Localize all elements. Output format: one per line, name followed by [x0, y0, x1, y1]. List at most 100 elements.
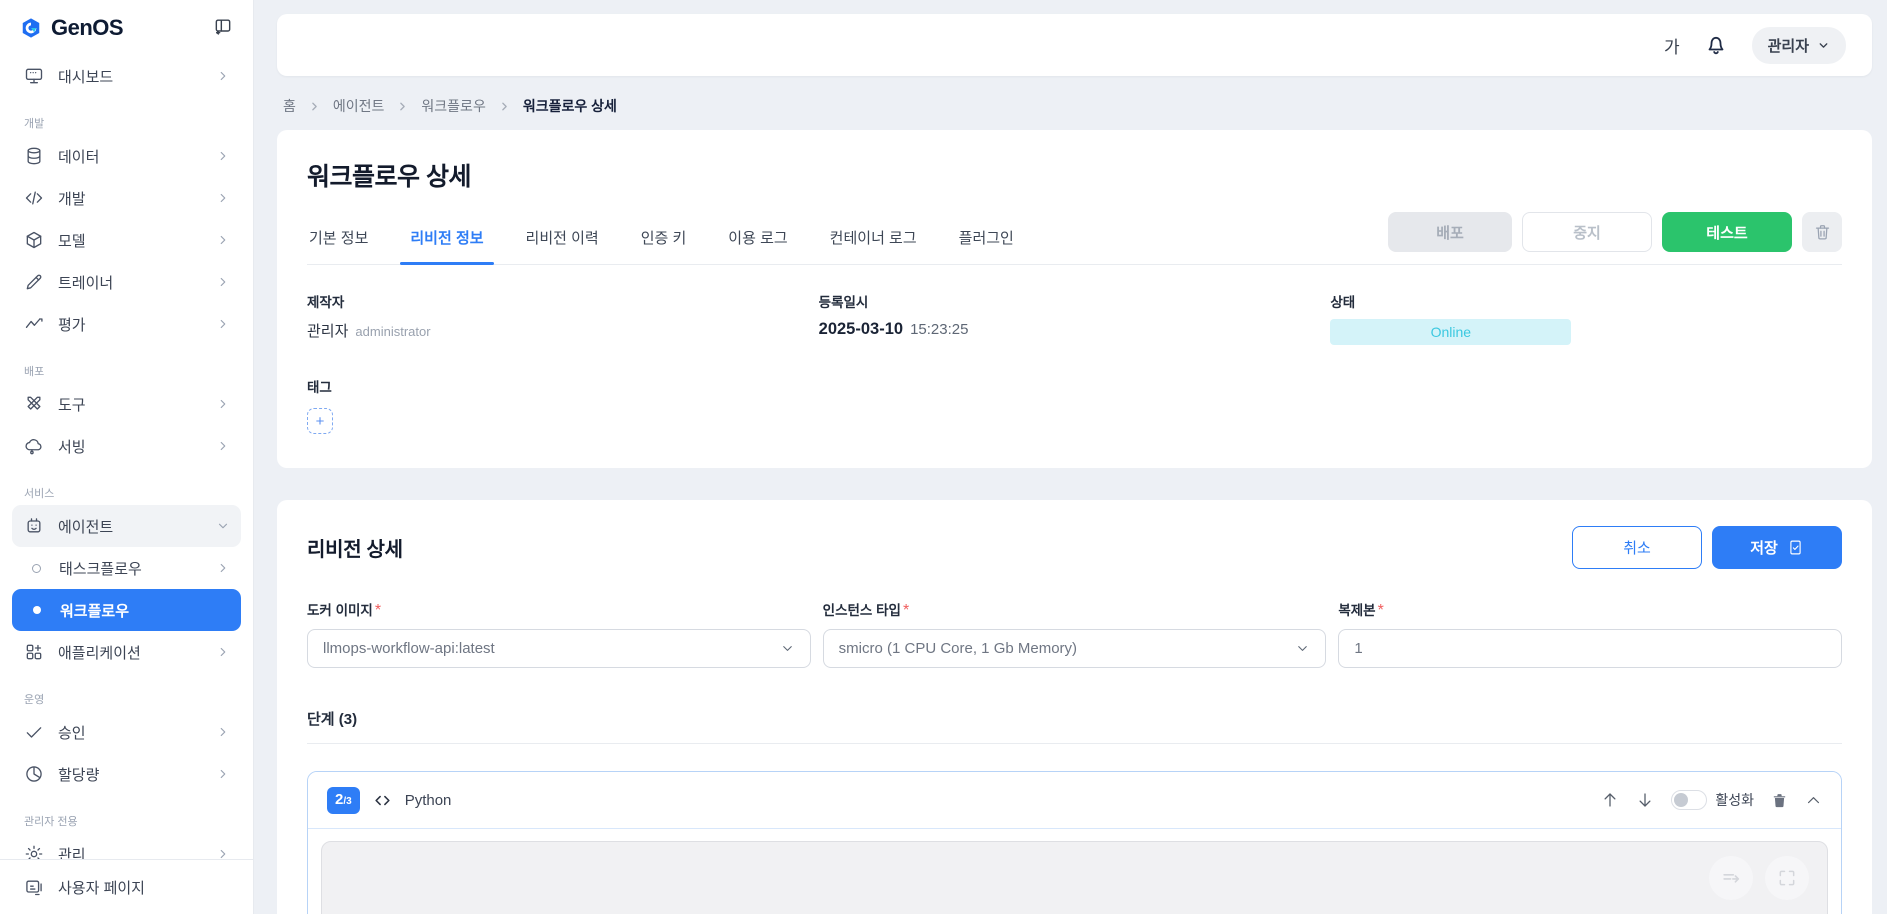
sidebar-item-label: 워크플로우	[60, 600, 129, 621]
step-index-badge: 2/3	[327, 787, 360, 814]
sidebar-item-user-page[interactable]: 사용자 페이지	[12, 868, 241, 906]
chevron-down-icon	[780, 641, 795, 656]
chevron-right-icon	[216, 439, 230, 453]
delete-step-button[interactable]	[1771, 792, 1788, 809]
genos-logo-icon	[20, 15, 42, 41]
sidebar-item-application[interactable]: 애플리케이션	[12, 631, 241, 673]
sidebar-item-label: 태스크플로우	[59, 558, 142, 579]
tab-auth-key[interactable]: 인증 키	[639, 213, 689, 264]
save-button[interactable]: 저장	[1712, 526, 1842, 569]
app-grid-plus-icon	[23, 642, 45, 662]
sidebar-item-dashboard[interactable]: 대시보드	[12, 55, 241, 97]
sidebar-item-label: 트레이너	[58, 272, 113, 293]
move-step-up-button[interactable]	[1601, 791, 1619, 809]
collapse-step-button[interactable]	[1805, 792, 1822, 809]
step-controls: 활성화	[1601, 790, 1822, 810]
revision-form: 도커 이미지* llmops-workflow-api:latest 인스턴스 …	[307, 599, 1842, 668]
sidebar-item-approval[interactable]: 승인	[12, 711, 241, 753]
sidebar-item-label: 모델	[58, 230, 86, 251]
sidebar-section-service: 서비스	[24, 485, 229, 501]
sidebar-section-operation: 운영	[24, 691, 229, 707]
chevron-right-icon	[216, 233, 230, 247]
sidebar-item-model[interactable]: 모델	[12, 219, 241, 261]
stop-button[interactable]: 중지	[1522, 212, 1652, 252]
user-page-icon	[23, 877, 45, 897]
required-mark: *	[1378, 602, 1384, 619]
add-tag-button[interactable]: +	[307, 408, 333, 434]
sidebar-item-label: 서빙	[58, 436, 86, 457]
main-area: 가 관리자 홈 에이전트 워크플로우 워크플로우 상세 워크플로우 상세 기본 …	[254, 0, 1887, 914]
sidebar-item-workflow[interactable]: 워크플로우	[12, 589, 241, 631]
workflow-detail-card: 워크플로우 상세 기본 정보 리비전 정보 리비전 이력 인증 키 이용 로그 …	[277, 130, 1872, 468]
steps-heading: 단계 (3)	[307, 708, 1842, 729]
created-time: 15:23:25	[910, 321, 968, 338]
format-code-button[interactable]	[1709, 856, 1753, 900]
sidebar-item-develop[interactable]: 개발	[12, 177, 241, 219]
chevron-right-icon	[216, 767, 230, 781]
sidebar-item-tools[interactable]: 도구	[12, 383, 241, 425]
deploy-button[interactable]: 배포	[1388, 212, 1512, 252]
tools-icon	[23, 394, 45, 414]
cancel-button[interactable]: 취소	[1572, 526, 1702, 569]
sidebar-item-trainer[interactable]: 트레이너	[12, 261, 241, 303]
chart-line-icon	[23, 314, 45, 334]
step-card-python: 2/3 Python 활성화	[307, 771, 1842, 914]
step-total: /3	[343, 796, 351, 807]
move-step-down-button[interactable]	[1636, 791, 1654, 809]
tab-plugin[interactable]: 플러그인	[957, 213, 1016, 264]
code-editor[interactable]	[321, 841, 1828, 914]
chevron-right-icon	[216, 397, 230, 411]
chevron-right-icon	[216, 69, 230, 83]
tab-revision-info[interactable]: 리비전 정보	[408, 213, 485, 264]
sidebar-item-quota[interactable]: 할당량	[12, 753, 241, 795]
collapse-sidebar-icon	[213, 16, 233, 36]
collapse-sidebar-button[interactable]	[211, 14, 235, 41]
delete-workflow-button[interactable]	[1802, 212, 1842, 252]
save-button-label: 저장	[1750, 537, 1778, 558]
sidebar-item-serving[interactable]: 서빙	[12, 425, 241, 467]
notifications-button[interactable]	[1704, 33, 1728, 57]
user-menu-button[interactable]: 관리자	[1752, 27, 1846, 64]
sidebar: GenOS 대시보드 개발 데이터 개발	[0, 0, 254, 914]
chevron-right-icon	[216, 645, 230, 659]
circle-marker-icon	[32, 564, 41, 573]
fullscreen-icon	[1777, 868, 1797, 888]
chevron-right-icon	[308, 100, 321, 113]
trash-icon	[1771, 792, 1788, 809]
instance-type-select[interactable]: smicro (1 CPU Core, 1 Gb Memory)	[823, 629, 1327, 668]
tab-basic-info[interactable]: 기본 정보	[307, 213, 370, 264]
tab-container-log[interactable]: 컨테이너 로그	[828, 213, 919, 264]
chevron-right-icon	[216, 149, 230, 163]
sidebar-item-taskflow[interactable]: 태스크플로우	[12, 547, 241, 589]
step-body	[308, 829, 1841, 914]
tags-label: 태그	[307, 376, 1842, 396]
docker-image-label: 도커 이미지	[307, 603, 373, 618]
sidebar-item-evaluation[interactable]: 평가	[12, 303, 241, 345]
tab-list: 기본 정보 리비전 정보 리비전 이력 인증 키 이용 로그 컨테이너 로그 플…	[307, 213, 1016, 264]
replicas-input[interactable]	[1338, 629, 1842, 668]
required-mark: *	[903, 602, 909, 619]
sidebar-item-admin[interactable]: 관리	[12, 833, 241, 859]
cube-icon	[23, 230, 45, 250]
test-button[interactable]: 테스트	[1662, 212, 1792, 252]
language-toggle-button[interactable]: 가	[1664, 33, 1680, 58]
fullscreen-button[interactable]	[1765, 856, 1809, 900]
created-label: 등록일시	[819, 291, 1331, 311]
enable-toggle[interactable]	[1671, 790, 1707, 810]
breadcrumb: 홈 에이전트 워크플로우 워크플로우 상세	[283, 96, 1868, 116]
sidebar-item-data[interactable]: 데이터	[12, 135, 241, 177]
creator-id: administrator	[355, 324, 430, 339]
docker-image-select[interactable]: llmops-workflow-api:latest	[307, 629, 811, 668]
breadcrumb-home[interactable]: 홈	[283, 96, 296, 116]
breadcrumb-workflow[interactable]: 워크플로우	[421, 96, 485, 116]
sidebar-item-label: 데이터	[58, 146, 99, 167]
creator-name: 관리자	[307, 320, 348, 341]
sidebar-item-agent[interactable]: 에이전트	[12, 505, 241, 547]
revision-title: 리비전 상세	[307, 533, 403, 562]
tab-usage-log[interactable]: 이용 로그	[726, 213, 789, 264]
breadcrumb-agent[interactable]: 에이전트	[333, 96, 385, 116]
page-title: 워크플로우 상세	[307, 157, 1842, 193]
pie-clock-icon	[23, 764, 45, 784]
chevron-down-icon	[1295, 641, 1310, 656]
tab-revision-history[interactable]: 리비전 이력	[524, 213, 601, 264]
